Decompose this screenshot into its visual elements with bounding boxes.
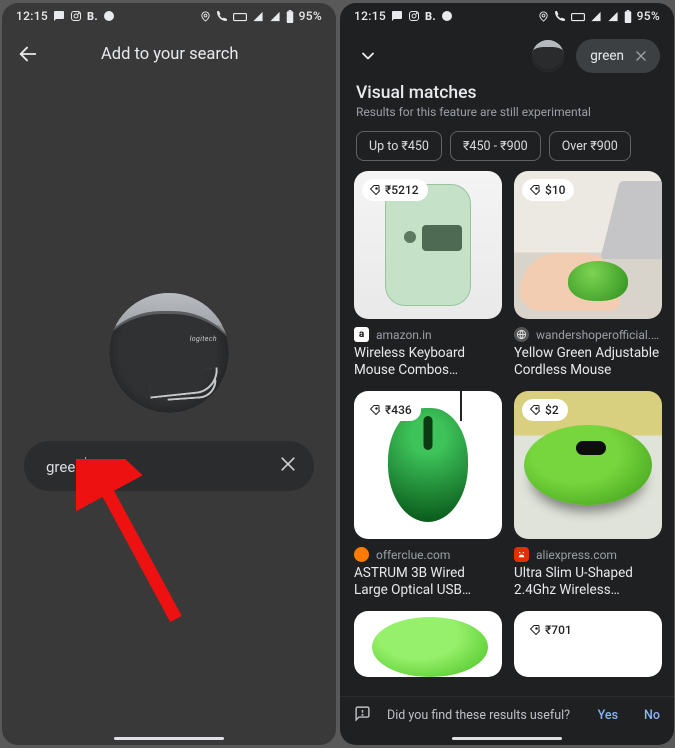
price-badge: ₹701 — [522, 619, 581, 641]
results-grid: ₹5212 a amazon.in Wireless Keyboard Mous… — [340, 171, 674, 677]
result-card[interactable] — [354, 611, 502, 677]
query-image-thumbnail[interactable]: logitech — [109, 293, 229, 413]
result-image: $10 — [514, 171, 662, 319]
result-card[interactable]: ₹701 — [514, 611, 662, 677]
price-filter-chip[interactable]: Over ₹900 — [549, 131, 631, 161]
battery-icon — [286, 10, 294, 23]
source-domain: amazon.in — [376, 328, 432, 342]
message-icon — [391, 10, 403, 22]
signal-icon-2 — [607, 11, 619, 22]
price-badge: $10 — [522, 179, 574, 201]
reddit-icon — [103, 10, 115, 22]
home-indicator[interactable] — [452, 737, 562, 741]
search-input[interactable]: green — [24, 441, 314, 491]
header: Add to your search — [2, 29, 336, 79]
aliexpress-favicon — [514, 547, 529, 562]
reddit-icon — [441, 10, 453, 22]
search-input-value: green — [46, 457, 278, 476]
battery-percent: 95% — [299, 9, 322, 23]
back-button[interactable] — [14, 40, 42, 68]
feedback-no-button[interactable]: No — [644, 708, 660, 723]
chip-label: green — [590, 48, 624, 64]
location-icon — [538, 11, 549, 22]
message-icon — [53, 10, 65, 22]
instagram-icon — [408, 10, 420, 22]
price-badge: $2 — [522, 399, 568, 421]
text-cursor — [85, 457, 86, 476]
section-subtitle: Results for this feature are still exper… — [340, 103, 674, 119]
signal-icon-2 — [269, 11, 281, 22]
result-image: ₹436 — [354, 391, 502, 539]
home-indicator[interactable] — [114, 737, 224, 741]
wifi-calling-icon — [216, 10, 228, 22]
source-domain: wandershoperofficial.… — [536, 328, 659, 342]
result-card[interactable]: $2 aliexpress.com Ultra Slim U-Shaped 2.… — [514, 391, 662, 599]
remove-chip-button[interactable] — [632, 47, 650, 65]
result-image: ₹701 — [514, 611, 662, 677]
result-title: ASTRUM 3B Wired Large Optical USB Mouse … — [354, 565, 502, 599]
collapse-button[interactable] — [354, 42, 382, 70]
result-image: ₹5212 — [354, 171, 502, 319]
app-b-icon: B. — [87, 10, 98, 23]
source-domain: aliexpress.com — [536, 548, 617, 562]
volte-icon — [571, 11, 585, 22]
wifi-calling-icon — [554, 10, 566, 22]
site-favicon — [354, 547, 369, 562]
price-filter-chip[interactable]: Up to ₹450 — [356, 131, 442, 161]
site-favicon — [514, 327, 529, 342]
status-time: 12:15 — [354, 9, 386, 23]
amazon-favicon: a — [354, 327, 369, 342]
search-term-chip[interactable]: green — [576, 39, 660, 73]
screenshot-left: 12:15 B. — [2, 3, 336, 745]
result-image: $2 — [514, 391, 662, 539]
source-domain: offerclue.com — [376, 548, 450, 562]
status-time: 12:15 — [16, 9, 48, 23]
feedback-question: Did you find these results useful? — [387, 708, 572, 723]
instagram-icon — [70, 10, 82, 22]
section-title: Visual matches — [340, 83, 674, 103]
signal-icon-1 — [590, 11, 602, 22]
price-badge: ₹436 — [362, 399, 421, 421]
result-card[interactable]: ₹436 offerclue.com ASTRUM 3B Wired Large… — [354, 391, 502, 599]
feedback-bar: Did you find these results useful? Yes N… — [340, 696, 674, 734]
result-card[interactable]: $10 wandershoperofficial.… Yellow Green … — [514, 171, 662, 379]
battery-percent: 95% — [637, 9, 660, 23]
result-title: Ultra Slim U-Shaped 2.4Ghz Wireless Mous… — [514, 565, 662, 599]
status-bar: 12:15 B. — [2, 3, 336, 29]
location-icon — [200, 11, 211, 22]
result-title: Yellow Green Adjustable Cordless Mouse — [514, 345, 662, 379]
battery-icon — [624, 10, 632, 23]
volte-icon — [233, 11, 247, 22]
screenshot-right: 12:15 B. — [340, 3, 674, 745]
thumb-brand-label: logitech — [190, 335, 217, 343]
topbar: green — [340, 29, 674, 83]
page-title: Add to your search — [101, 45, 239, 64]
feedback-yes-button[interactable]: Yes — [598, 708, 618, 723]
feedback-icon — [354, 705, 371, 726]
price-filter-row: Up to ₹450 ₹450 - ₹900 Over ₹900 — [340, 119, 674, 171]
result-image — [354, 611, 502, 677]
result-card[interactable]: ₹5212 a amazon.in Wireless Keyboard Mous… — [354, 171, 502, 379]
query-image-thumbnail[interactable] — [532, 40, 564, 72]
price-badge: ₹5212 — [362, 179, 428, 201]
signal-icon-1 — [252, 11, 264, 22]
result-title: Wireless Keyboard Mouse Combos Wireless… — [354, 345, 502, 379]
price-filter-chip[interactable]: ₹450 - ₹900 — [450, 131, 541, 161]
app-b-icon: B. — [425, 10, 436, 23]
status-bar: 12:15 B. — [340, 3, 674, 29]
clear-text-button[interactable] — [278, 454, 298, 478]
